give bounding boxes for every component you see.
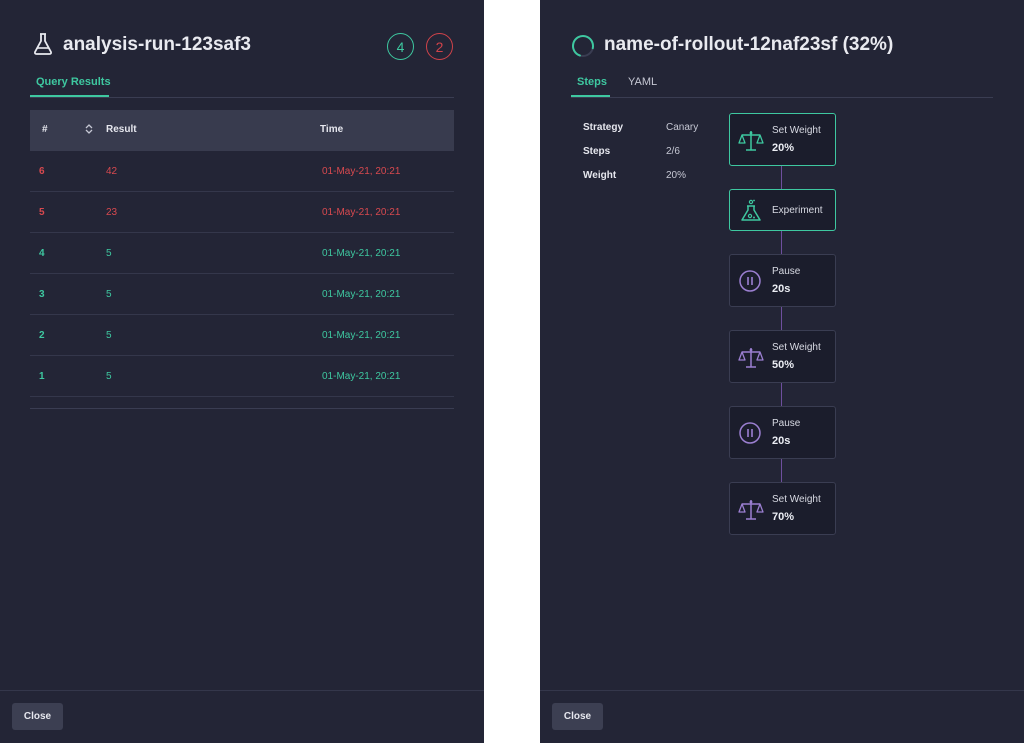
step-connector bbox=[781, 383, 782, 406]
rollout-panel: name-of-rollout-12naf23sf (32%) Steps YA… bbox=[540, 0, 1024, 743]
rollout-title: name-of-rollout-12naf23sf (32%) bbox=[604, 34, 894, 55]
row-time: 01-May-21, 20:21 bbox=[322, 248, 401, 259]
step-card-2[interactable]: Experiment bbox=[729, 189, 836, 231]
row-num: 3 bbox=[39, 289, 45, 300]
close-button[interactable]: Close bbox=[552, 703, 603, 730]
step-label: Pause bbox=[772, 418, 801, 429]
row-time: 01-May-21, 20:21 bbox=[322, 289, 401, 300]
row-result: 5 bbox=[106, 289, 112, 300]
analysis-run-title: analysis-run-123saf3 bbox=[63, 34, 251, 55]
step-connector bbox=[781, 459, 782, 482]
step-connector bbox=[781, 307, 782, 330]
flask-icon bbox=[34, 33, 52, 55]
step-card-5[interactable]: Pause 20s bbox=[729, 406, 836, 459]
column-header-time: Time bbox=[320, 124, 344, 135]
column-header-num[interactable]: # bbox=[42, 124, 48, 135]
table-row[interactable]: 3 5 01-May-21, 20:21 bbox=[30, 274, 454, 315]
step-card-4[interactable]: Set Weight 50% bbox=[729, 330, 836, 383]
close-button[interactable]: Close bbox=[12, 703, 63, 730]
row-num: 4 bbox=[39, 248, 45, 259]
table-row[interactable]: 5 23 01-May-21, 20:21 bbox=[30, 192, 454, 233]
tab-steps[interactable]: Steps bbox=[577, 76, 607, 88]
step-value: 50% bbox=[772, 359, 795, 371]
step-card-3[interactable]: Pause 20s bbox=[729, 254, 836, 307]
step-connector bbox=[781, 166, 782, 189]
step-card-6[interactable]: Set Weight 70% bbox=[729, 482, 836, 535]
step-value: 20s bbox=[772, 283, 791, 295]
step-label: Set Weight bbox=[772, 494, 821, 505]
steps-label: Steps bbox=[583, 146, 611, 157]
pause-icon bbox=[738, 269, 762, 298]
row-num: 1 bbox=[39, 371, 45, 382]
row-num: 5 bbox=[39, 207, 45, 218]
step-connector bbox=[781, 231, 782, 254]
row-time: 01-May-21, 20:21 bbox=[322, 371, 401, 382]
row-num: 6 bbox=[39, 166, 45, 177]
sort-icon[interactable] bbox=[85, 123, 93, 135]
strategy-label: Strategy bbox=[583, 122, 624, 133]
row-result: 23 bbox=[106, 207, 118, 218]
flask-icon bbox=[738, 198, 764, 229]
step-value: 20s bbox=[772, 435, 791, 447]
table-row[interactable]: 2 5 01-May-21, 20:21 bbox=[30, 315, 454, 356]
weight-label: Weight bbox=[583, 170, 617, 181]
row-result: 5 bbox=[106, 330, 112, 341]
step-label: Experiment bbox=[772, 205, 823, 216]
step-label: Set Weight bbox=[772, 342, 821, 353]
step-label: Set Weight bbox=[772, 125, 821, 136]
pause-icon bbox=[738, 421, 762, 450]
tab-yaml[interactable]: YAML bbox=[628, 76, 657, 88]
row-time: 01-May-21, 20:21 bbox=[322, 330, 401, 341]
row-time: 01-May-21, 20:21 bbox=[322, 166, 401, 177]
scale-icon bbox=[738, 497, 764, 528]
success-count-badge: 4 bbox=[387, 33, 414, 60]
fail-count-badge: 2 bbox=[426, 33, 453, 60]
step-card-1[interactable]: Set Weight 20% bbox=[729, 113, 836, 166]
table-row[interactable]: 4 5 01-May-21, 20:21 bbox=[30, 233, 454, 274]
table-bottom-divider bbox=[30, 408, 454, 409]
analysis-run-panel: analysis-run-123saf3 4 2 Query Results #… bbox=[0, 0, 484, 743]
scale-icon bbox=[738, 345, 764, 376]
row-result: 42 bbox=[106, 166, 118, 177]
row-num: 2 bbox=[39, 330, 45, 341]
strategy-value: Canary bbox=[666, 122, 699, 133]
row-result: 5 bbox=[106, 371, 112, 382]
table-row[interactable]: 1 5 01-May-21, 20:21 bbox=[30, 356, 454, 397]
step-value: 20% bbox=[772, 142, 795, 154]
column-header-result: Result bbox=[106, 124, 137, 135]
row-result: 5 bbox=[106, 248, 112, 259]
tab-divider bbox=[30, 97, 454, 98]
tab-query-results[interactable]: Query Results bbox=[36, 76, 111, 88]
step-label: Pause bbox=[772, 266, 801, 277]
table-row[interactable]: 6 42 01-May-21, 20:21 bbox=[30, 151, 454, 192]
weight-value: 20% bbox=[666, 170, 687, 181]
tab-divider bbox=[571, 97, 993, 98]
table-header: # Result Time bbox=[30, 110, 454, 151]
footer-divider bbox=[540, 690, 1024, 691]
footer-divider bbox=[0, 690, 484, 691]
scale-icon bbox=[738, 128, 764, 159]
progress-spinner-icon bbox=[572, 35, 594, 57]
steps-value: 2/6 bbox=[666, 146, 680, 157]
row-time: 01-May-21, 20:21 bbox=[322, 207, 401, 218]
step-value: 70% bbox=[772, 511, 795, 523]
